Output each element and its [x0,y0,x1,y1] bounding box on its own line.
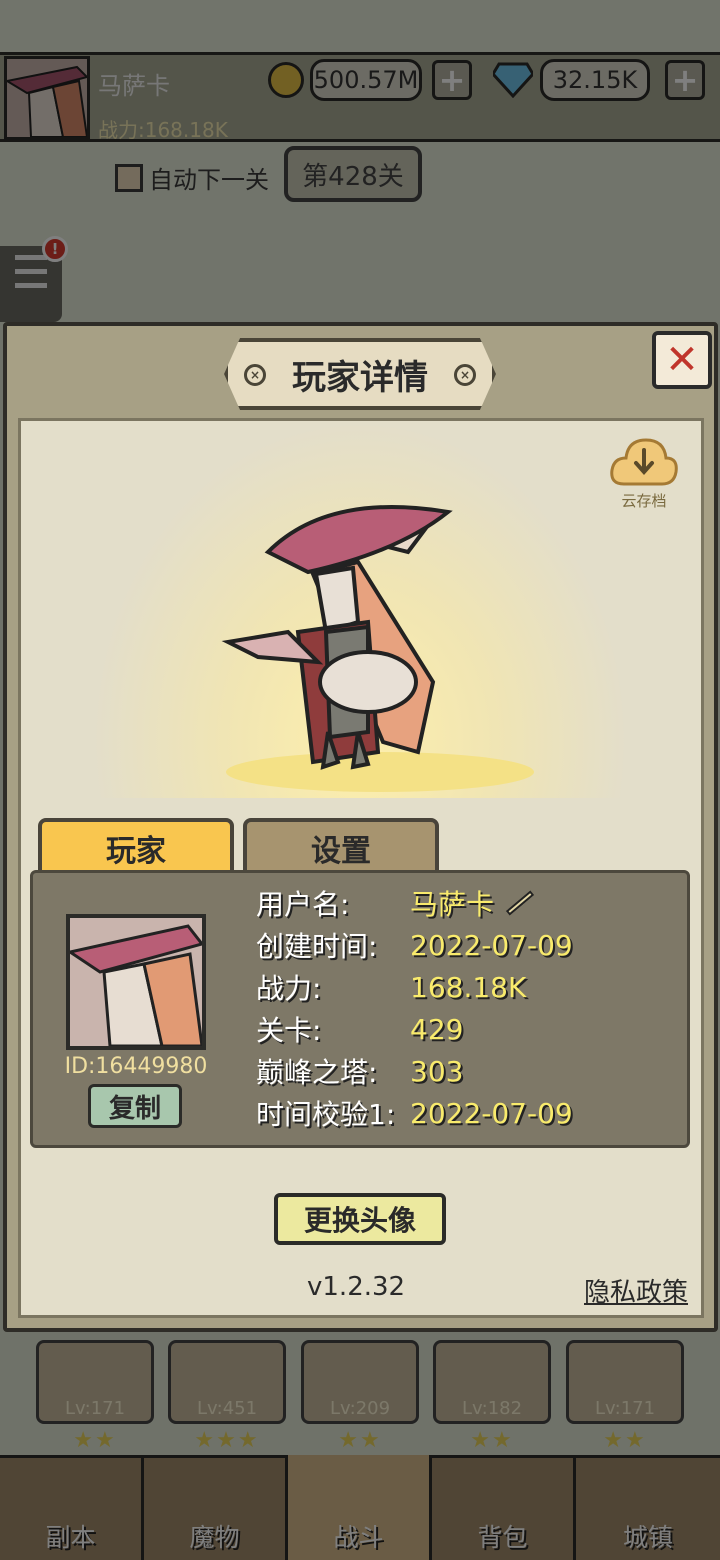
info-key: 时间校验1: [256,1098,396,1131]
close-button[interactable]: ✕ [652,331,712,389]
info-value: 2022-07-09 [410,928,573,962]
info-value: 2022-07-09 [410,1096,573,1130]
version-label: v1.2.32 [307,1272,406,1302]
info-key: 战力: [256,972,322,1005]
info-value: 马萨卡 [410,888,495,921]
info-key: 关卡: [256,1014,322,1047]
cloud-save-label: 云存档 [621,492,667,510]
character-portrait-icon [66,924,205,1048]
tab-settings[interactable]: 设置 [243,818,439,874]
dialog-title-bar: × 玩家详情 × [224,338,496,410]
privacy-policy-link[interactable]: 隐私政策 [584,1272,688,1309]
info-value: 303 [410,1054,464,1088]
tab-player[interactable]: 玩家 [38,818,234,874]
player-id: ID:16449980 [64,1054,208,1079]
info-row-time-check: 时间校验1: 2022-07-09 [256,1092,573,1134]
info-row-created: 创建时间: 2022-07-09 [256,924,573,966]
bolt-icon: × [454,364,476,386]
info-row-username: 用户名: 马萨卡 [256,882,536,924]
bolt-icon: × [244,364,266,386]
info-value: 168.18K [410,970,527,1004]
info-value: 429 [410,1012,464,1046]
info-key: 创建时间: [256,930,378,963]
info-row-power: 战力: 168.18K [256,966,526,1008]
info-key: 巅峰之塔: [256,1056,378,1089]
dialog-title: 玩家详情 [292,357,428,398]
change-avatar-button[interactable]: 更换头像 [274,1193,446,1245]
info-key: 用户名: [256,888,350,921]
hero-character-image [221,505,453,770]
copy-id-button[interactable]: 复制 [88,1084,182,1128]
player-avatar-large [66,914,206,1050]
info-row-stage: 关卡: 429 [256,1008,463,1050]
info-row-tower: 巅峰之塔: 303 [256,1050,463,1092]
cloud-download-icon [610,438,678,486]
edit-name-pencil-icon[interactable] [505,890,535,916]
cloud-save-button[interactable]: 云存档 [609,436,679,512]
